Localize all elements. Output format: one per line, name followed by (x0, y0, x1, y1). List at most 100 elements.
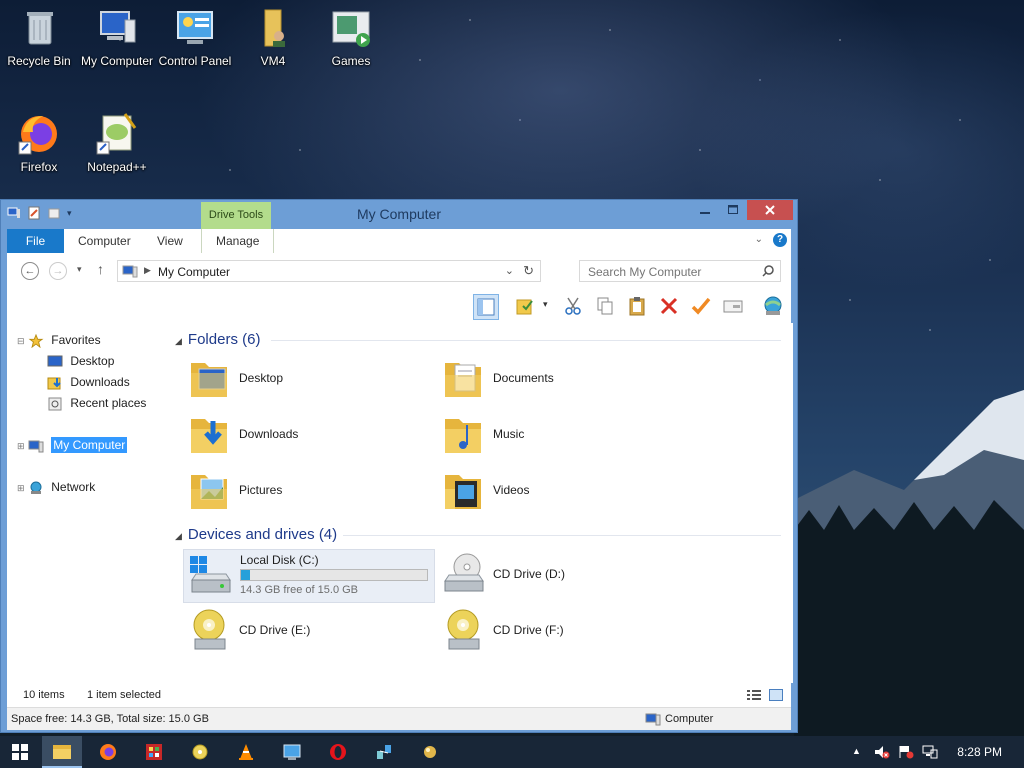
back-button[interactable]: ← (21, 262, 39, 280)
recent-locations-icon[interactable]: ▾ (77, 264, 82, 275)
desktop-icon-label: Control Panel (158, 54, 232, 68)
delete-button[interactable] (657, 294, 681, 318)
folder-item-pictures[interactable]: Pictures (187, 467, 282, 513)
up-arrow-icon[interactable]: ↑ (97, 261, 104, 277)
tray-overflow-icon[interactable]: ▲ (852, 746, 861, 756)
folder-options-dropdown-icon[interactable]: ▾ (543, 299, 548, 310)
network-tool-icon (377, 745, 391, 759)
taskbar-explorer[interactable] (42, 736, 82, 768)
taskbar-network-tool[interactable] (364, 736, 404, 768)
tab-view[interactable]: View (157, 229, 183, 253)
item-status-row: 10 items 1 item selected (7, 683, 791, 707)
wallpaper-mountain (794, 390, 1024, 740)
expand-ribbon-icon[interactable]: ⌄ (755, 234, 763, 245)
refresh-icon[interactable]: ↻ (523, 263, 534, 279)
taskbar-media-disc[interactable] (180, 736, 220, 768)
drive-item-d[interactable]: CD Drive (D:) (441, 551, 565, 597)
folder-item-videos[interactable]: Videos (441, 467, 529, 513)
group-header-devices[interactable]: ◢ Devices and drives (4) (175, 526, 337, 543)
group-divider (343, 535, 781, 536)
desktop-icon-control-panel[interactable]: Control Panel (157, 6, 233, 68)
downloads-folder-icon (191, 419, 227, 453)
folder-options-button[interactable] (513, 294, 537, 318)
folder-item-documents[interactable]: Documents (441, 355, 554, 401)
cd-drive-gold-icon (193, 609, 226, 650)
folder-item-downloads[interactable]: Downloads (187, 411, 298, 457)
item-count: 10 items (23, 689, 65, 701)
explorer-window[interactable]: ▾ Drive Tools My Computer File Computer … (0, 199, 798, 733)
desktop-icon-firefox[interactable]: Firefox (1, 112, 77, 174)
rename-button[interactable] (689, 294, 713, 318)
windows-logo-icon (12, 744, 28, 760)
tree-desktop[interactable]: Desktop (47, 354, 114, 369)
tab-file[interactable]: File (7, 229, 64, 253)
title-bar[interactable]: ▾ Drive Tools My Computer (1, 200, 797, 229)
desktop-icon-my-computer[interactable]: My Computer (79, 6, 155, 68)
group-header-label: Folders (6) (187, 331, 261, 348)
help-icon[interactable]: ? (773, 233, 787, 247)
breadcrumb-chevron-icon[interactable]: ▶ (144, 265, 151, 276)
globe-icon (764, 296, 782, 315)
search-input[interactable] (586, 262, 760, 282)
tab-manage[interactable]: Manage (201, 229, 275, 253)
folder-item-desktop[interactable]: Desktop (187, 355, 283, 401)
tree-my-computer[interactable]: ⊞ My Computer (17, 437, 128, 453)
flag-alert-icon[interactable] (898, 745, 914, 759)
taskbar-vlc[interactable] (226, 736, 266, 768)
address-dropdown-icon[interactable]: ⌄ (505, 264, 514, 277)
forward-button[interactable]: → (49, 262, 67, 280)
search-icon[interactable] (762, 265, 774, 277)
properties-button[interactable] (721, 294, 745, 318)
volume-muted-icon[interactable] (874, 745, 890, 759)
disc-icon (192, 744, 208, 760)
taskbar-app-grid[interactable] (134, 736, 174, 768)
network-drive-button[interactable] (761, 294, 785, 318)
cut-button[interactable] (561, 294, 585, 318)
copy-button[interactable] (593, 294, 617, 318)
tab-computer[interactable]: Computer (78, 229, 131, 253)
address-field[interactable]: ▶ My Computer ⌄ ↻ (117, 260, 541, 282)
folder-item-music[interactable]: Music (441, 411, 524, 457)
minimize-button[interactable] (691, 200, 719, 220)
tree-downloads[interactable]: Downloads (47, 375, 130, 390)
notepadpp-icon (95, 112, 139, 156)
desktop-icon-games[interactable]: Games (313, 6, 389, 68)
expand-icon[interactable]: ⊞ (17, 441, 25, 451)
folder-label: Videos (493, 483, 530, 497)
close-button[interactable] (747, 200, 793, 220)
preview-pane-button[interactable] (473, 294, 499, 320)
ribbon-tabs: File Computer View Manage ⌄ ? (7, 229, 791, 254)
network-status-icon[interactable] (922, 745, 938, 759)
folder-label: Downloads (239, 427, 299, 441)
collapse-triangle-icon: ◢ (175, 336, 182, 346)
cd-drive-gold-icon (447, 609, 480, 650)
start-button[interactable] (0, 736, 40, 768)
control-panel-icon (283, 744, 301, 760)
taskbar-firefox[interactable] (88, 736, 128, 768)
desktop-icon-recycle-bin[interactable]: Recycle Bin (1, 6, 77, 68)
tree-network[interactable]: ⊞ Network (17, 480, 95, 495)
desktop-icon-notepadpp[interactable]: Notepad++ (79, 112, 155, 174)
tree-label: Downloads (70, 375, 130, 389)
group-header-folders[interactable]: ◢ Folders (6) (175, 331, 260, 348)
collapse-icon[interactable]: ⊟ (17, 336, 25, 346)
taskbar-app-orb[interactable] (410, 736, 450, 768)
details-view-icon[interactable] (747, 689, 761, 701)
desktop-icon-vm4[interactable]: VM4 (235, 6, 311, 68)
breadcrumb[interactable]: My Computer (158, 265, 230, 279)
drive-label: CD Drive (E:) (239, 623, 311, 637)
search-box[interactable] (579, 260, 781, 282)
drive-item-f[interactable]: CD Drive (F:) (441, 607, 564, 653)
tree-recent-places[interactable]: Recent places (47, 396, 146, 411)
large-icons-view-icon[interactable] (769, 689, 783, 701)
taskbar-clock[interactable]: 8:28 PM (957, 745, 1002, 759)
paste-button[interactable] (625, 294, 649, 318)
window-controls (691, 200, 793, 220)
drive-item-c[interactable]: Local Disk (C:) 14.3 GB free of 15.0 GB (183, 549, 435, 603)
expand-icon[interactable]: ⊞ (17, 483, 25, 493)
taskbar-opera[interactable] (318, 736, 358, 768)
taskbar-control-panel[interactable] (272, 736, 312, 768)
maximize-button[interactable] (719, 200, 747, 220)
tree-favorites[interactable]: ⊟ Favorites (17, 333, 101, 348)
drive-item-e[interactable]: CD Drive (E:) (187, 607, 310, 653)
